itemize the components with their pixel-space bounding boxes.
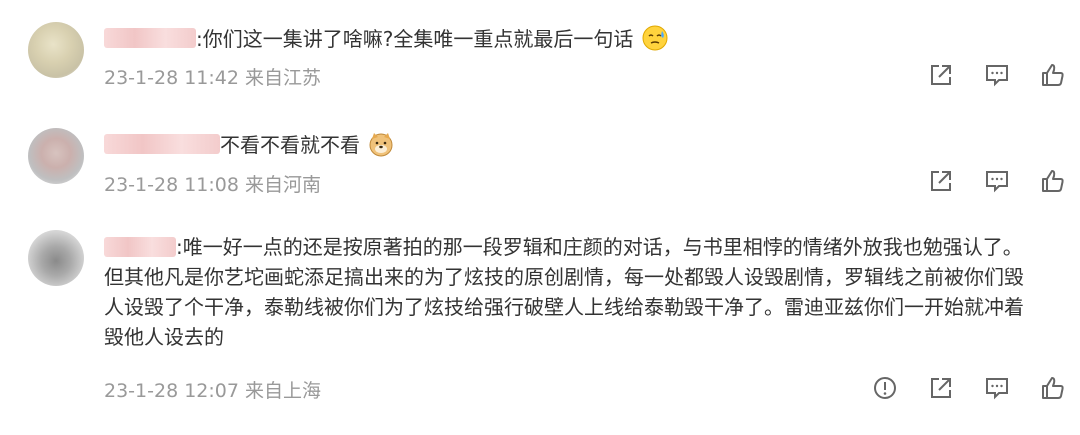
comment-text: 不看不看就不看 <box>104 130 394 160</box>
comment-icon[interactable] <box>984 375 1010 401</box>
avatar[interactable] <box>28 230 84 286</box>
timestamp: 23-1-28 11:42 <box>104 67 239 89</box>
location: 来自河南 <box>245 174 322 196</box>
location: 来自上海 <box>245 380 322 402</box>
location: 来自江苏 <box>245 67 322 89</box>
timestamp: 23-1-28 11:08 <box>104 174 239 196</box>
comment-meta: 23-1-28 11:42 来自江苏 <box>104 63 321 90</box>
like-icon[interactable] <box>1040 62 1066 88</box>
comment-icon[interactable] <box>984 62 1010 88</box>
avatar[interactable] <box>28 22 84 78</box>
comment-text: :你们这一集讲了啥嘛?全集唯一重点就最后一句话 <box>104 24 668 54</box>
share-icon[interactable] <box>928 168 954 194</box>
share-icon[interactable] <box>928 62 954 88</box>
like-icon[interactable] <box>1040 375 1066 401</box>
avatar[interactable] <box>28 128 84 184</box>
doge-emoji-icon <box>369 133 393 157</box>
cold-sweat-emoji-icon <box>642 25 668 51</box>
comment-text: :唯一好一点的还是按原著拍的那一段罗辑和庄颜的对话，与书里相悖的情绪外放我也勉强… <box>104 235 1024 349</box>
action-bar <box>898 168 1066 194</box>
like-icon[interactable] <box>1040 168 1066 194</box>
report-icon[interactable] <box>872 375 898 401</box>
timestamp: 23-1-28 12:07 <box>104 380 239 402</box>
comment-icon[interactable] <box>984 168 1010 194</box>
action-bar <box>898 62 1066 88</box>
comment-meta: 23-1-28 12:07 来自上海 <box>104 376 321 403</box>
comment-meta: 23-1-28 11:08 来自河南 <box>104 170 321 197</box>
share-icon[interactable] <box>928 375 954 401</box>
action-bar <box>842 375 1066 401</box>
